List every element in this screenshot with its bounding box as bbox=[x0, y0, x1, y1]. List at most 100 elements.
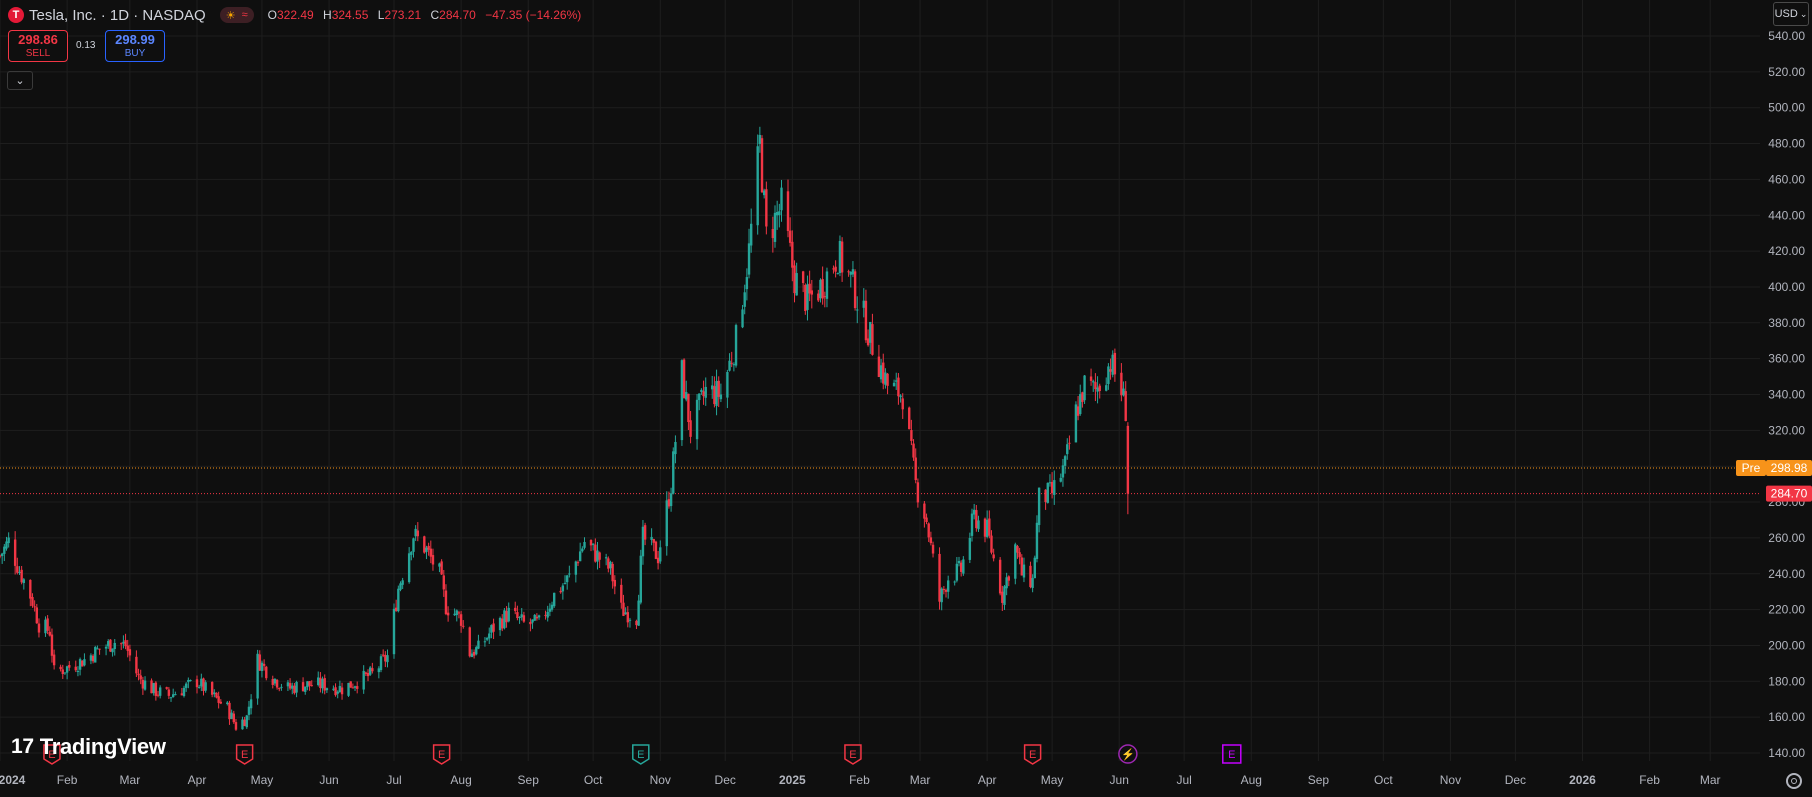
candle-body bbox=[533, 614, 536, 621]
time-tick-label: Mar bbox=[1700, 773, 1721, 787]
candle-body bbox=[1063, 456, 1067, 466]
candle-body bbox=[249, 699, 253, 709]
candle-body bbox=[817, 293, 820, 301]
candle-body bbox=[659, 547, 662, 562]
candle-body bbox=[475, 647, 478, 655]
candle-body bbox=[808, 283, 811, 294]
candle-body bbox=[377, 668, 381, 673]
candle-body bbox=[977, 520, 980, 530]
candle-body bbox=[397, 588, 400, 612]
event-marker[interactable]: E bbox=[1222, 744, 1242, 764]
candle-body bbox=[856, 309, 859, 311]
time-tick-label: May bbox=[1041, 773, 1064, 787]
candle-body bbox=[394, 607, 398, 611]
candle-body bbox=[942, 589, 946, 591]
candle-body bbox=[182, 687, 186, 697]
price-chart[interactable]: E E E E E E ⚡ E 540.00520.00500.00480.00460.004… bbox=[0, 0, 1812, 797]
symbol-header[interactable]: T Tesla, Inc. · 1D · NASDAQ ☀ ≈ O322.49 … bbox=[8, 5, 587, 25]
candle-body bbox=[109, 639, 112, 652]
candle-body bbox=[462, 625, 465, 627]
candle-body bbox=[869, 321, 872, 343]
candle-body bbox=[165, 687, 168, 689]
candle-body bbox=[384, 654, 387, 662]
event-marker[interactable]: E bbox=[235, 744, 254, 765]
candle-body bbox=[788, 230, 792, 243]
event-label: E bbox=[438, 749, 445, 761]
candle-body bbox=[765, 189, 768, 227]
candle-body bbox=[656, 557, 660, 564]
candle-body bbox=[338, 685, 342, 693]
collapse-legend-button[interactable]: ⌄ bbox=[7, 71, 33, 90]
candle-body bbox=[596, 550, 599, 562]
candle-body bbox=[137, 673, 140, 676]
candle-body bbox=[150, 680, 153, 694]
sell-button[interactable]: 298.86 SELL bbox=[8, 30, 68, 62]
candle-body bbox=[304, 686, 307, 692]
candle-body bbox=[139, 675, 142, 680]
candle-body bbox=[431, 555, 435, 565]
candle-body bbox=[200, 678, 203, 687]
candle-body bbox=[368, 667, 372, 675]
session-indicator[interactable]: ☀ ≈ bbox=[219, 7, 254, 23]
event-label: E bbox=[849, 749, 856, 761]
currency-selector[interactable]: USD ⌄ bbox=[1773, 2, 1809, 26]
symbol-title[interactable]: Tesla, Inc. · 1D · NASDAQ bbox=[29, 7, 206, 24]
candle-body bbox=[1016, 546, 1019, 553]
candle-body bbox=[444, 590, 448, 615]
price-badge-label: 298.98 bbox=[1771, 461, 1808, 475]
candle-body bbox=[1033, 557, 1036, 579]
candle-body bbox=[895, 380, 898, 382]
candle-body bbox=[531, 619, 534, 623]
event-marker[interactable]: E bbox=[432, 744, 451, 765]
candle-body bbox=[550, 604, 554, 610]
buy-label: BUY bbox=[124, 48, 146, 59]
high-value: 324.55 bbox=[331, 8, 369, 22]
tradingview-logo[interactable]: 17 TradingView bbox=[11, 734, 166, 760]
candle-body bbox=[197, 686, 201, 688]
candle-body bbox=[213, 692, 216, 695]
time-tick-label: Nov bbox=[1440, 773, 1461, 787]
price-tick-label: 180.00 bbox=[1768, 674, 1805, 688]
candle-body bbox=[386, 655, 389, 663]
candle-body bbox=[81, 660, 84, 667]
gear-icon[interactable] bbox=[1786, 773, 1802, 789]
event-marker[interactable]: E bbox=[632, 744, 650, 765]
candle-body bbox=[1076, 406, 1080, 416]
candle-body bbox=[158, 687, 162, 696]
candle-body bbox=[771, 228, 775, 239]
time-axis[interactable]: 2024 Feb Mar Apr May Jun Jul Aug Sep Oct Nov Dec 202… bbox=[0, 773, 1721, 787]
event-markers[interactable]: E E E E E E ⚡ E bbox=[43, 744, 1242, 765]
event-marker[interactable]: ⚡ bbox=[1118, 744, 1138, 764]
candle-body bbox=[923, 503, 926, 519]
candle-body bbox=[503, 610, 506, 629]
candle-body bbox=[641, 526, 645, 557]
candle-body bbox=[323, 678, 326, 691]
candle-body bbox=[1094, 382, 1097, 390]
buy-button[interactable]: 298.99 BUY bbox=[105, 30, 165, 62]
price-tick-label: 480.00 bbox=[1768, 137, 1805, 151]
event-marker[interactable]: E bbox=[1023, 744, 1042, 765]
event-marker[interactable]: E bbox=[844, 744, 862, 765]
price-tick-label: 240.00 bbox=[1768, 567, 1805, 581]
candle-body bbox=[940, 588, 943, 603]
candle-body bbox=[44, 619, 47, 634]
candle-body bbox=[762, 190, 766, 196]
candle-body bbox=[992, 554, 995, 559]
candle-body bbox=[728, 360, 731, 371]
candle-body bbox=[13, 539, 17, 566]
candle-body bbox=[713, 386, 716, 405]
price-axis[interactable]: 540.00 520.00 500.00 480.00 460.00 440.00 420.… bbox=[1768, 29, 1805, 760]
candle-body bbox=[187, 679, 190, 683]
candle-body bbox=[1120, 372, 1123, 396]
candle-body bbox=[332, 688, 335, 690]
candle-body bbox=[334, 687, 337, 696]
buy-price: 298.99 bbox=[115, 32, 155, 47]
candle-body bbox=[1029, 565, 1032, 588]
candle-body bbox=[520, 614, 523, 618]
candle-body bbox=[301, 682, 305, 692]
candle-body bbox=[143, 680, 147, 690]
candle-body bbox=[18, 571, 21, 573]
candle-body bbox=[226, 702, 229, 705]
price-tick-label: 540.00 bbox=[1768, 29, 1805, 43]
candle-body bbox=[970, 513, 974, 536]
